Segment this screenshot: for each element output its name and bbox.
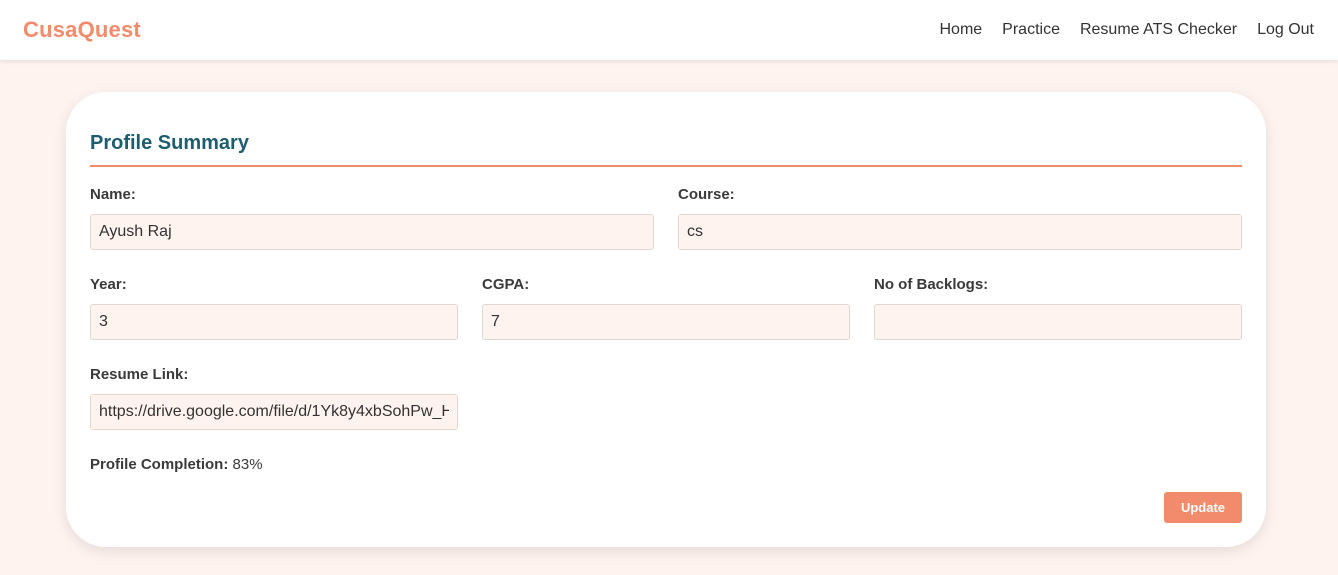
nav-resume-ats-checker-link[interactable]: Resume ATS Checker bbox=[1080, 21, 1237, 39]
course-label: Course: bbox=[678, 186, 735, 203]
resume-link-label: Resume Link: bbox=[90, 366, 189, 383]
profile-completion-value: 83% bbox=[232, 456, 263, 473]
name-input[interactable] bbox=[90, 214, 654, 250]
profile-summary-title: Profile Summary bbox=[90, 132, 249, 154]
nav-links: Home Practice Resume ATS Checker Log Out bbox=[919, 21, 1314, 39]
nav-home-link[interactable]: Home bbox=[939, 21, 982, 39]
resume-link-input[interactable] bbox=[90, 394, 458, 430]
profile-completion-label: Profile Completion: bbox=[90, 456, 229, 473]
year-label: Year: bbox=[90, 276, 127, 293]
cgpa-label: CGPA: bbox=[482, 276, 530, 293]
year-input[interactable] bbox=[90, 304, 458, 340]
backlogs-input[interactable] bbox=[874, 304, 1242, 340]
nav-practice-link[interactable]: Practice bbox=[1002, 21, 1060, 39]
nav-logout-link[interactable]: Log Out bbox=[1257, 21, 1314, 39]
profile-summary-card: Profile Summary Name: Course: Year: CGPA… bbox=[66, 92, 1266, 547]
backlogs-label: No of Backlogs: bbox=[874, 276, 989, 293]
cgpa-input[interactable] bbox=[482, 304, 850, 340]
name-label: Name: bbox=[90, 186, 136, 203]
top-navbar: CusaQuest Home Practice Resume ATS Check… bbox=[0, 0, 1338, 60]
brand-logo[interactable]: CusaQuest bbox=[23, 17, 141, 43]
update-button[interactable]: Update bbox=[1164, 492, 1242, 523]
course-input[interactable] bbox=[678, 214, 1242, 250]
title-divider bbox=[90, 165, 1242, 167]
profile-completion: Profile Completion: 83% bbox=[90, 456, 263, 473]
